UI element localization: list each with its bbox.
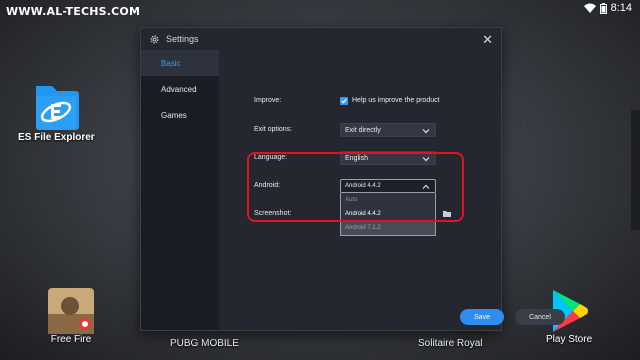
battery-icon xyxy=(599,2,607,14)
save-button[interactable]: Save xyxy=(460,309,504,325)
clock: 8:14 xyxy=(610,2,632,14)
solitaire-label: Solitaire Royal xyxy=(418,338,483,349)
sidebar-item-label: Advanced xyxy=(161,84,197,94)
sidebar-item-label: Games xyxy=(161,110,187,120)
solitaire-shortcut[interactable]: Solitaire Royal xyxy=(418,338,482,349)
dialog-title: Settings xyxy=(166,34,199,44)
sidebar-item-games[interactable]: Games xyxy=(141,102,219,128)
improve-checkbox-label: Help us improve the product xyxy=(352,97,440,104)
chevron-down-icon xyxy=(422,129,430,134)
play-store-label: Play Store xyxy=(546,334,593,345)
pubg-shortcut[interactable]: PUBG MOBILE xyxy=(170,338,239,349)
wifi-icon xyxy=(583,3,596,13)
exit-options-select[interactable]: Exit directly xyxy=(340,123,436,137)
sidebar-item-advanced[interactable]: Advanced xyxy=(141,76,219,102)
exit-options-label: Exit options: xyxy=(254,126,293,133)
free-fire-shortcut[interactable]: Free Fire xyxy=(48,288,94,345)
improve-label: Improve: xyxy=(254,97,282,104)
watermark: WWW.AL-TECHS.COM xyxy=(6,5,141,18)
gear-icon xyxy=(150,35,159,43)
sidebar-item-label: Basic xyxy=(161,58,181,68)
cancel-button[interactable]: Cancel xyxy=(515,309,565,325)
dropdown-option-android-712[interactable]: Android 7.1.2 xyxy=(341,221,435,235)
es-file-explorer-label: ES File Explorer xyxy=(18,132,95,143)
side-nav-strip xyxy=(631,110,640,230)
improve-checkbox[interactable] xyxy=(340,97,348,105)
check-icon xyxy=(341,98,347,104)
pubg-label: PUBG MOBILE xyxy=(170,338,239,349)
free-fire-label: Free Fire xyxy=(50,334,92,345)
dialog-titlebar: Settings ✕ xyxy=(141,28,501,50)
exit-options-value: Exit directly xyxy=(345,126,381,134)
es-file-explorer-icon xyxy=(36,86,80,130)
status-bar: 8:14 xyxy=(583,2,632,14)
settings-sidebar: Basic Advanced Games xyxy=(141,50,219,330)
close-icon[interactable]: ✕ xyxy=(482,33,493,46)
free-fire-icon xyxy=(48,288,94,334)
sidebar-item-basic[interactable]: Basic xyxy=(141,50,219,76)
annotation-highlight xyxy=(247,152,464,222)
es-file-explorer-shortcut[interactable]: ES File Explorer xyxy=(18,80,95,143)
